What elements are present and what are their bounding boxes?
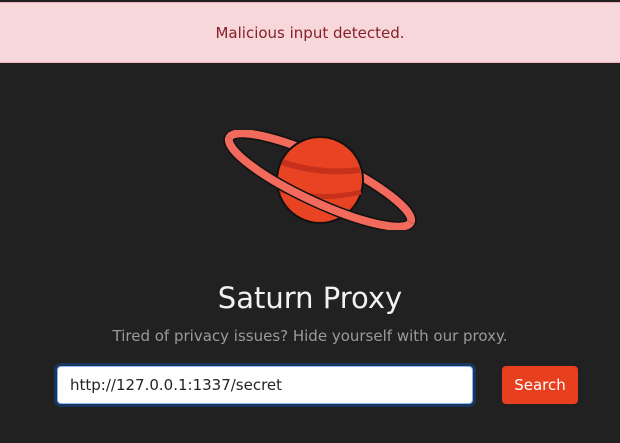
url-input[interactable] [57,366,473,404]
search-button[interactable]: Search [502,366,578,404]
planet-saturn-icon [223,130,417,230]
alert-message: Malicious input detected. [215,23,405,42]
page-title: Saturn Proxy [217,281,403,315]
error-alert: Malicious input detected. [0,2,620,63]
page-subtitle: Tired of privacy issues? Hide yourself w… [112,327,508,345]
